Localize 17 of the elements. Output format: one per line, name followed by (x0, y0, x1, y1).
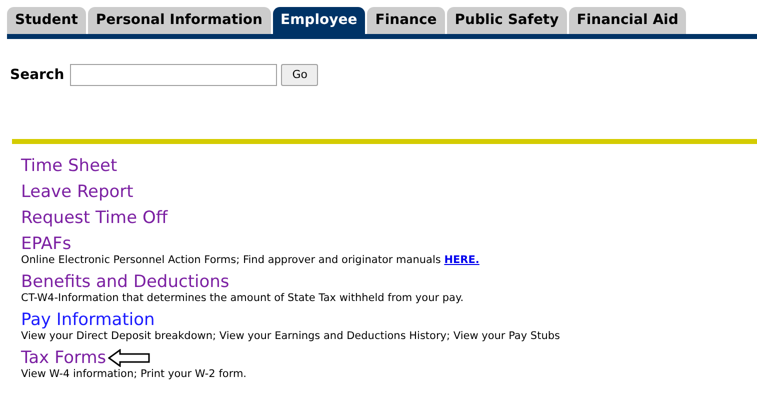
nav-tab[interactable]: Public Safety (446, 7, 567, 34)
go-button[interactable]: Go (281, 64, 318, 86)
nav-tab[interactable]: Financial Aid (568, 7, 686, 34)
menu-description: View W-4 information; Print your W-2 form. (21, 368, 248, 381)
menu-description: Online Electronic Personnel Action Forms; Find approver and originator manuals HERE. (21, 254, 480, 267)
nav-tab[interactable]: Employee (272, 7, 366, 34)
nav-tab[interactable]: Personal Information (88, 7, 271, 34)
here-link[interactable]: HERE. (444, 254, 480, 266)
menu-link[interactable]: Time Sheet (21, 153, 118, 179)
menu-link[interactable]: Request Time Off (21, 205, 168, 231)
search-label: Search (10, 66, 64, 84)
nav-tab[interactable]: Student (7, 7, 86, 34)
menu-link[interactable]: Leave Report (21, 179, 134, 205)
menu-description: CT-W4-Information that determines the amount of State Tax withheld from your pay. (21, 292, 465, 305)
search-field[interactable] (70, 64, 278, 86)
nav-tab[interactable]: Finance (367, 7, 445, 34)
menu-description: View your Direct Deposit breakdown; View your Earnings and Deductions History; View your Pay Stubs (21, 330, 561, 343)
